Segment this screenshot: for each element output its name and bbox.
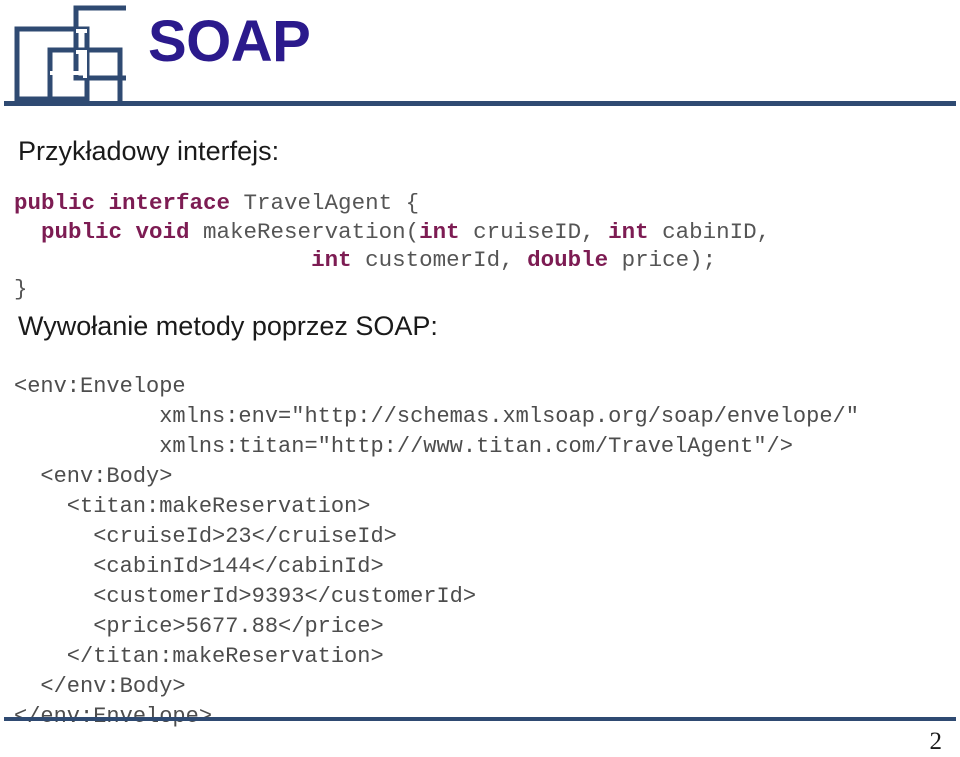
java-identifier: } <box>14 275 28 302</box>
code-line: <titan:makeReservation> <box>14 494 371 519</box>
three-overlapping-squares-logo <box>14 4 149 123</box>
java-identifier <box>14 219 41 245</box>
java-identifier: makeReservation( <box>203 218 420 245</box>
java-keyword: double <box>527 247 609 273</box>
code-line: </titan:makeReservation> <box>14 644 384 669</box>
slide-header: SOAP <box>0 0 960 123</box>
page-number: 2 <box>929 728 943 755</box>
soap-xml-code-block: <env:Envelope xmlns:env="http://schemas.… <box>14 372 859 732</box>
java-identifier <box>14 247 311 273</box>
code-line: <cabinId>144</cabinId> <box>14 554 384 579</box>
code-line: xmlns:env="http://schemas.xmlsoap.org/so… <box>14 404 859 429</box>
java-identifier: price); <box>608 247 717 273</box>
code-line: <price>5677.88</price> <box>14 614 384 639</box>
java-keyword: public interface <box>14 190 244 216</box>
page-title: SOAP <box>148 9 311 74</box>
java-keyword: int <box>311 247 352 273</box>
header-divider <box>4 101 956 106</box>
heading-example-interface: Przykładowy interfejs: <box>18 136 280 166</box>
code-line: <env:Envelope <box>14 374 186 399</box>
java-keyword: int <box>608 218 649 245</box>
java-identifier: cabinID, <box>648 218 771 245</box>
java-identifier: cruiseID, <box>459 218 609 245</box>
footer-divider <box>4 717 956 721</box>
java-identifier: TravelAgent { <box>243 190 420 216</box>
code-line: <env:Body> <box>14 464 173 489</box>
code-line: <customerId>9393</customerId> <box>14 584 477 609</box>
heading-method-invocation: Wywołanie metody poprzez SOAP: <box>18 311 438 341</box>
slide-body: Przykładowy interfejs: public interface … <box>0 110 960 729</box>
code-line: <cruiseId>23</cruiseId> <box>14 524 397 549</box>
code-line: } <box>14 275 770 304</box>
slide-footer: 2 <box>0 690 960 757</box>
code-line: public void makeReservation(int cruiseID… <box>14 218 770 247</box>
code-line: xmlns:titan="http://www.titan.com/Travel… <box>14 434 793 459</box>
code-line: int customerId, double price); <box>14 246 770 275</box>
code-line: public interface TravelAgent { <box>14 189 770 218</box>
java-keyword: public void <box>41 218 204 245</box>
java-interface-code-block: public interface TravelAgent { public vo… <box>14 189 770 303</box>
java-identifier: customerId, <box>351 247 528 273</box>
java-keyword: int <box>419 218 460 245</box>
